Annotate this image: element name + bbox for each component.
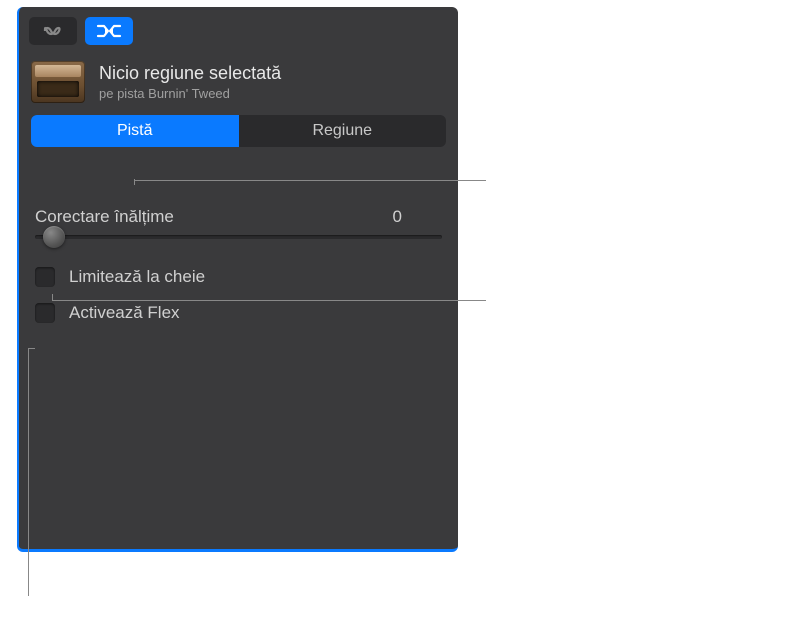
limit-to-key-label: Limitează la cheie [69,267,205,287]
merge-toggle-button[interactable] [85,17,133,45]
pitch-correction-label: Corectare înălțime [35,207,174,227]
enable-flex-checkbox[interactable] [35,303,55,323]
toolbar [19,7,458,53]
inspector-panel: Nicio regiune selectată pe pista Burnin'… [17,7,458,552]
loop-toggle-button[interactable] [29,17,77,45]
callout-line [28,348,29,596]
pitch-correction-slider[interactable] [35,235,442,239]
header-subtitle: pe pista Burnin' Tweed [99,86,281,101]
infinity-icon [39,23,67,39]
callout-line [28,348,35,349]
merge-arrows-icon [95,22,123,40]
segmented-control: Pistă Regiune [31,115,446,147]
enable-flex-label: Activează Flex [69,303,180,323]
header-text: Nicio regiune selectată pe pista Burnin'… [99,63,281,101]
tab-region[interactable]: Regiune [239,115,447,147]
callout-line [134,180,486,181]
limit-to-key-checkbox[interactable] [35,267,55,287]
pitch-correction-row: Corectare înălțime 0 [19,159,458,235]
pitch-correction-value: 0 [393,207,402,227]
tab-track[interactable]: Pistă [31,115,239,147]
slider-thumb[interactable] [43,226,65,248]
callout-line [52,300,486,301]
header-title: Nicio regiune selectată [99,63,281,84]
limit-to-key-row: Limitează la cheie [19,259,458,295]
track-thumbnail [31,61,85,103]
header-row: Nicio regiune selectată pe pista Burnin'… [19,53,458,115]
pitch-correction-slider-container [19,235,458,259]
